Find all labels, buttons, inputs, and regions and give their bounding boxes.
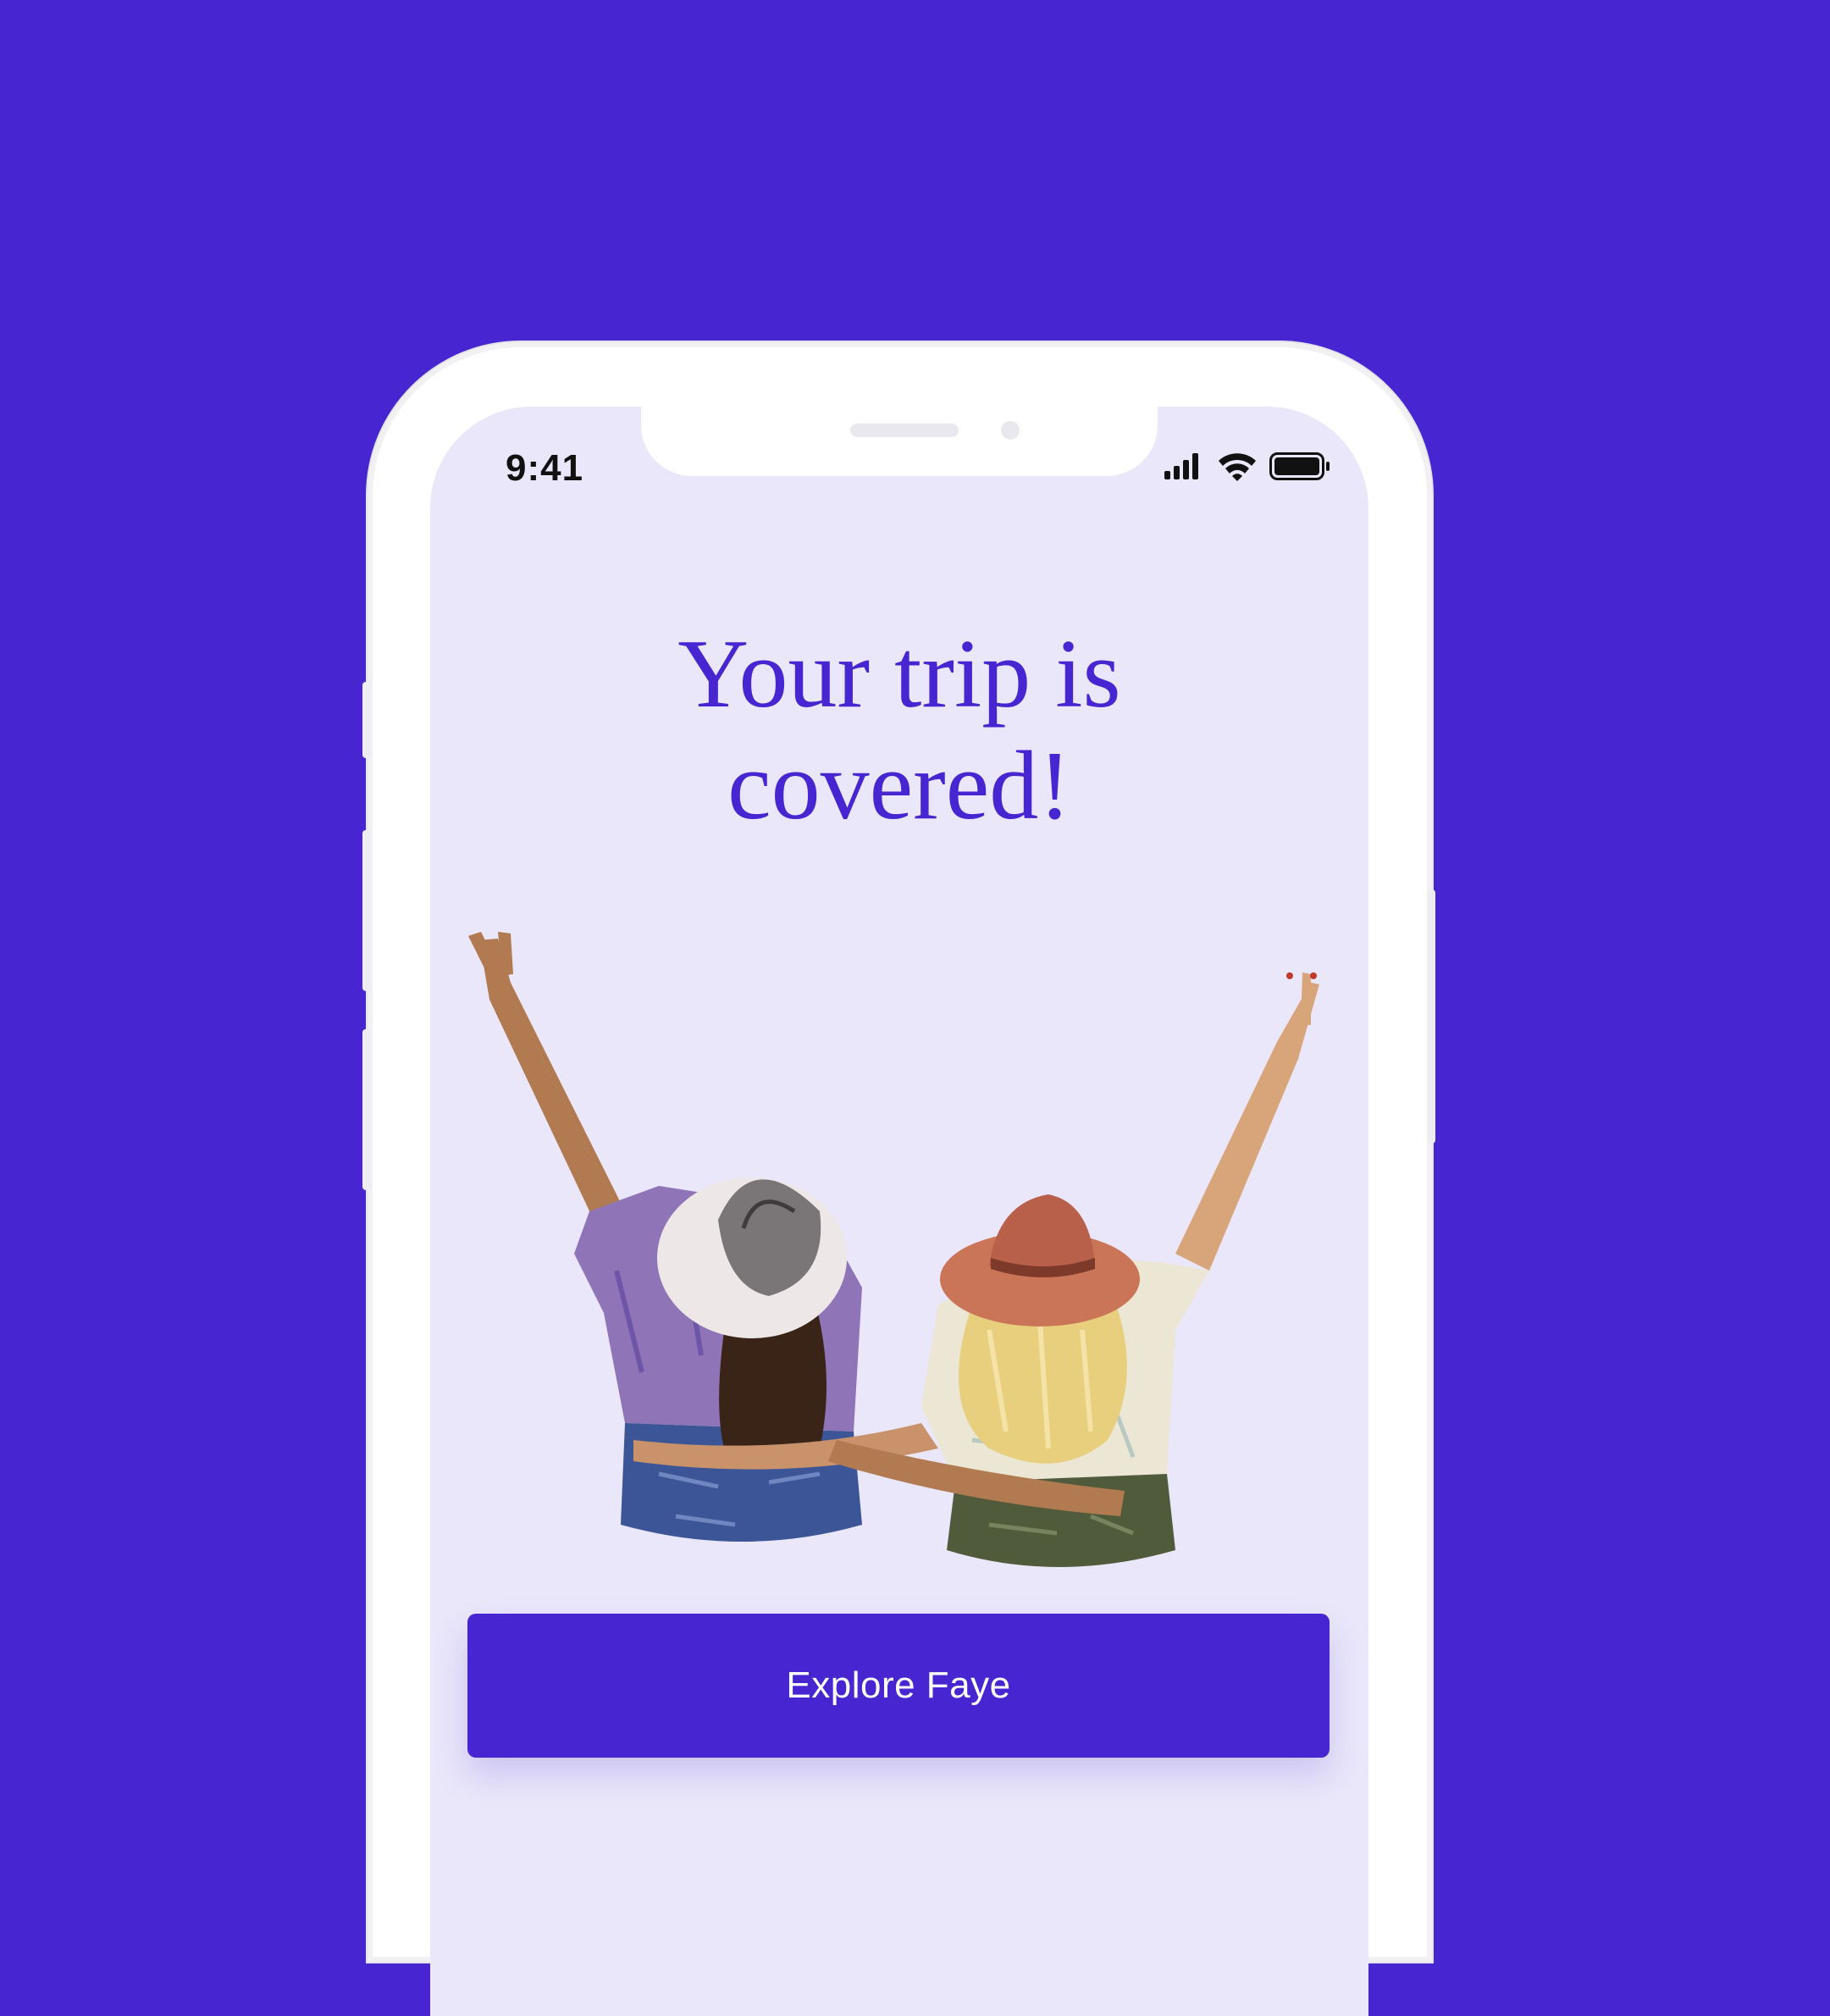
status-icons <box>1163 451 1332 485</box>
headline-line-2: covered! <box>727 732 1071 840</box>
speaker-grille <box>850 424 959 437</box>
phone-notch <box>641 407 1158 476</box>
app-screen: 9:41 Your trip is covered! Explore Faye <box>430 407 1368 2016</box>
wifi-icon <box>1219 453 1256 481</box>
phone-side-button <box>362 1029 371 1190</box>
status-time: 9:41 <box>506 447 584 489</box>
headline-line-1: Your trip is <box>677 620 1121 728</box>
headline: Your trip is covered! <box>430 618 1368 842</box>
phone-side-button <box>1427 889 1435 1144</box>
two-friends-illustration <box>464 932 1336 1609</box>
phone-side-button <box>362 682 371 758</box>
phone-mockup: 9:41 Your trip is covered! Explore Faye <box>362 347 1435 2016</box>
battery-icon <box>1269 452 1330 480</box>
phone-side-button <box>362 830 371 991</box>
signal-icon <box>1164 453 1198 479</box>
front-camera <box>1001 421 1020 440</box>
explore-faye-button[interactable]: Explore Faye <box>467 1614 1330 1758</box>
